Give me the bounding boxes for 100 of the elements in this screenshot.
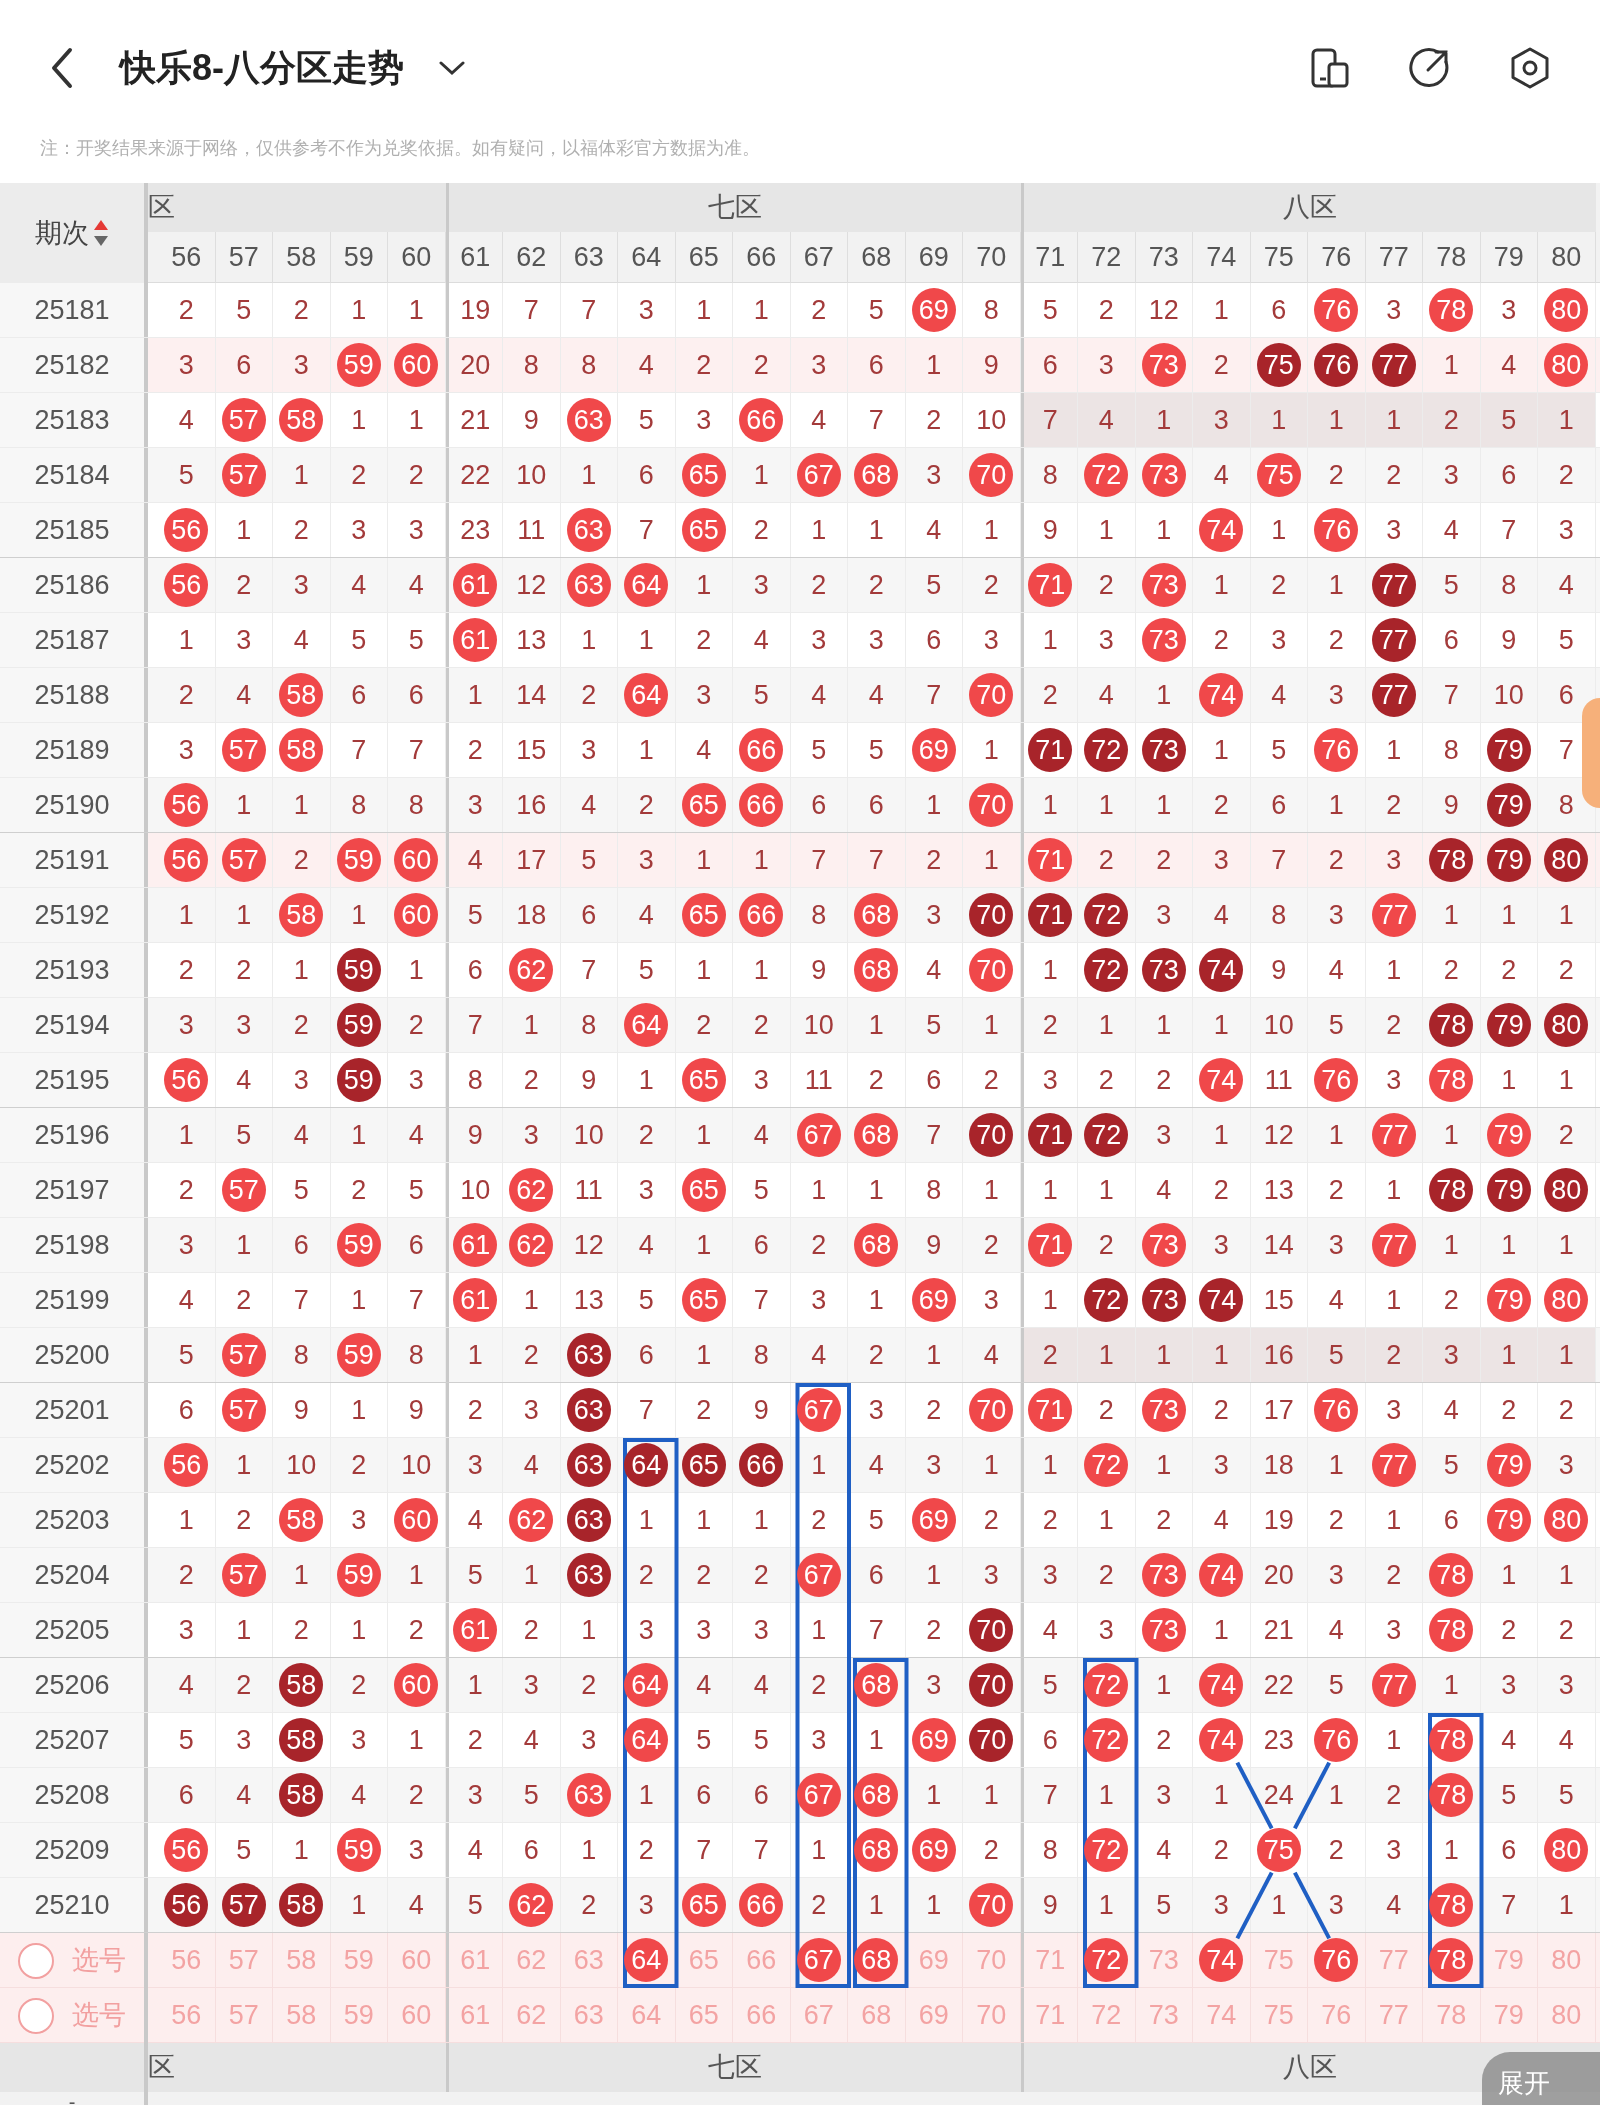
table-cell[interactable]: 64	[618, 1933, 676, 1987]
table-cell[interactable]: 72	[1078, 1933, 1136, 1987]
table-cell[interactable]: 70	[963, 1933, 1021, 1987]
cell-number: 4	[696, 1671, 712, 1699]
cell-number: 2	[638, 1121, 654, 1149]
cell-number: 3	[638, 296, 654, 324]
cell-number: 2	[1098, 1231, 1114, 1259]
column-number: 79	[1493, 241, 1524, 275]
table-cell[interactable]: 69	[905, 1988, 963, 2042]
table-cell[interactable]: 62	[503, 1988, 561, 2042]
select-radio[interactable]	[18, 1997, 54, 2034]
table-cell[interactable]: 56	[158, 1933, 216, 1987]
sort-icon[interactable]	[93, 218, 109, 248]
table-cell[interactable]: 74	[1193, 1988, 1251, 2042]
cell-number: 9	[523, 406, 539, 434]
cell-number: 1	[753, 1506, 769, 1534]
cell-number: 67	[803, 2001, 834, 2029]
table-cell[interactable]: 77	[1365, 1988, 1423, 2042]
cell-number: 3	[868, 1396, 884, 1424]
select-radio[interactable]	[18, 1942, 54, 1979]
table-cell[interactable]: 57	[215, 1988, 273, 2042]
table-cell[interactable]: 80	[1538, 1933, 1596, 1987]
table-cell[interactable]: 66	[733, 1988, 791, 2042]
cell-number: 9	[581, 1066, 597, 1094]
table-cell[interactable]: 63	[560, 1933, 618, 1987]
cell-number: 5	[926, 571, 942, 599]
table-cell[interactable]: 59	[330, 1988, 388, 2042]
table-cell[interactable]: 66	[733, 1933, 791, 1987]
table-cell[interactable]: 73	[1135, 1933, 1193, 1987]
table-cell[interactable]: 65	[675, 1988, 733, 2042]
cell-number: 1	[868, 1176, 884, 1204]
period-number: 25209	[34, 1833, 110, 1867]
cell-number: 2	[351, 1176, 367, 1204]
cell-number: 1	[868, 1286, 884, 1314]
table-cell[interactable]: 70	[963, 1988, 1021, 2042]
cell-number: 1	[1558, 1341, 1574, 1369]
cell-number: 1	[868, 1726, 884, 1754]
table-cell[interactable]: 72	[1078, 1988, 1136, 2042]
cell-number: 4	[467, 1836, 483, 1864]
table-cell[interactable]: 60	[388, 1988, 446, 2042]
table-cell[interactable]: 76	[1308, 1988, 1366, 2042]
table-cell[interactable]: 75	[1250, 1933, 1308, 1987]
table-cell[interactable]: 59	[330, 1933, 388, 1987]
table-cell[interactable]: 78	[1423, 1933, 1481, 1987]
cell-number: 5	[868, 296, 884, 324]
cell-number: 19	[1263, 1506, 1294, 1534]
cell-number: 2	[467, 736, 483, 764]
table-cell[interactable]: 57	[215, 1933, 273, 1987]
cell-number: 9	[1042, 1891, 1058, 1919]
cell-number: 3	[1386, 296, 1402, 324]
table-cell[interactable]: 58	[273, 1933, 331, 1987]
column-number: 77	[1378, 241, 1409, 275]
table-cell[interactable]: 73	[1135, 1988, 1193, 2042]
cell-number: 1	[1156, 406, 1172, 434]
cell-number: 2	[351, 1451, 367, 1479]
cell-number: 2	[351, 461, 367, 489]
cell-number: 2	[696, 351, 712, 379]
cell-number: 1	[638, 736, 654, 764]
expand-button[interactable]: 展开	[1482, 2052, 1600, 2105]
cell-number: 4	[523, 1451, 539, 1479]
cell-number: 5	[1501, 406, 1517, 434]
table-cell[interactable]: 78	[1423, 1988, 1481, 2042]
table-cell[interactable]: 68	[848, 1933, 906, 1987]
table-cell[interactable]: 64	[618, 1988, 676, 2042]
cell-number: 1	[696, 1341, 712, 1369]
table-cell[interactable]: 67	[790, 1933, 848, 1987]
cell-number: 1	[696, 1121, 712, 1149]
table-cell[interactable]: 63	[560, 1988, 618, 2042]
period-number: 25182	[34, 348, 110, 382]
table-cell[interactable]: 80	[1538, 1988, 1596, 2042]
table-cell[interactable]: 56	[158, 1988, 216, 2042]
table-cell[interactable]: 79	[1480, 1933, 1538, 1987]
column-number: 75	[1263, 241, 1294, 275]
cell-number: 6	[408, 1231, 424, 1259]
cell-number: 6	[1271, 296, 1287, 324]
cell-number: 60	[401, 1946, 432, 1974]
table-cell[interactable]: 77	[1365, 1933, 1423, 1987]
cell-number: 1	[1328, 406, 1344, 434]
table-cell[interactable]: 74	[1193, 1933, 1251, 1987]
cell-number: 5	[293, 1176, 309, 1204]
select-label: 选号	[72, 1944, 126, 1978]
table-cell[interactable]: 67	[790, 1988, 848, 2042]
table-cell[interactable]: 76	[1308, 1933, 1366, 1987]
cell-number: 3	[467, 1451, 483, 1479]
cell-number: 2	[1098, 846, 1114, 874]
cell-number: 3	[1386, 1836, 1402, 1864]
period-number: 25184	[34, 458, 110, 492]
cell-number: 2	[581, 1891, 597, 1919]
table-cell[interactable]: 60	[388, 1933, 446, 1987]
cell-number: 4	[1042, 1616, 1058, 1644]
table-cell[interactable]: 75	[1250, 1988, 1308, 2042]
table-cell[interactable]: 62	[503, 1933, 561, 1987]
table-cell[interactable]: 65	[675, 1933, 733, 1987]
cell-number: 1	[408, 406, 424, 434]
table-cell[interactable]: 79	[1480, 1988, 1538, 2042]
table-cell[interactable]: 69	[905, 1933, 963, 1987]
cell-number: 77	[1378, 1946, 1409, 1974]
cell-number: 5	[638, 1286, 654, 1314]
table-cell[interactable]: 58	[273, 1988, 331, 2042]
table-cell[interactable]: 68	[848, 1988, 906, 2042]
